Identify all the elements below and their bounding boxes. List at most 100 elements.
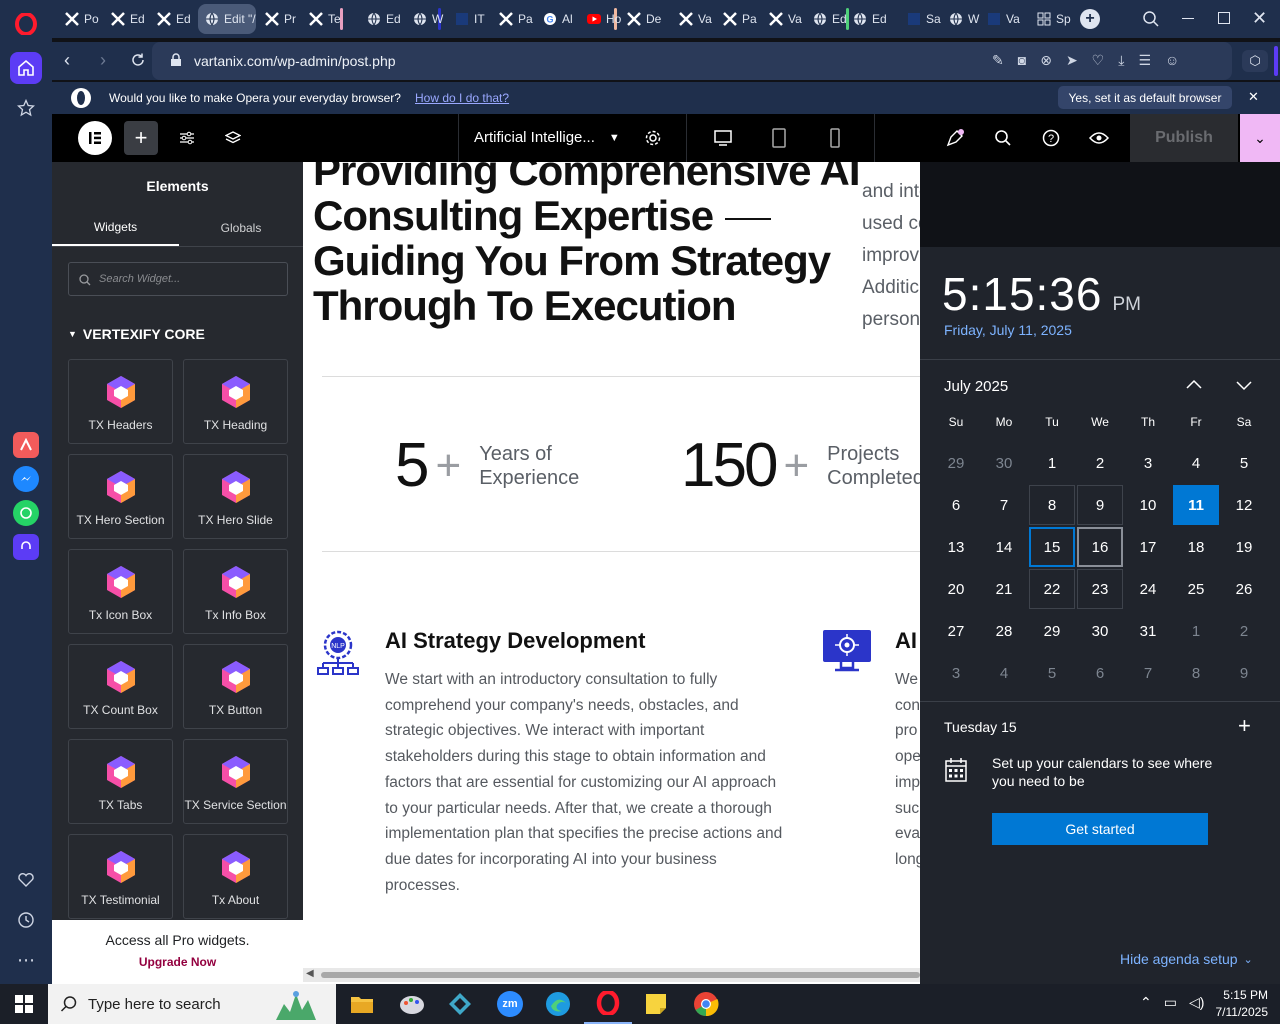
- widget-tile[interactable]: Tx Icon Box: [68, 549, 173, 634]
- widget-tile[interactable]: TX Testimonial: [68, 834, 173, 919]
- aria-icon[interactable]: [13, 432, 39, 458]
- restore-button[interactable]: [1218, 12, 1230, 24]
- calendar-day[interactable]: 12: [1221, 485, 1267, 525]
- widget-tile[interactable]: Tx About: [183, 834, 288, 919]
- browser-tab[interactable]: Va: [980, 4, 1024, 34]
- get-started-button[interactable]: Get started: [992, 813, 1208, 845]
- browser-tab[interactable]: Te: [302, 4, 346, 34]
- browser-tab[interactable]: Sa: [900, 4, 944, 34]
- intro-paragraph[interactable]: and internal teams in a number of ways w…: [862, 176, 920, 336]
- messenger-icon[interactable]: [13, 466, 39, 492]
- calendar-day[interactable]: 30: [981, 443, 1027, 483]
- browser-tab[interactable]: Ed: [846, 4, 890, 34]
- browser-tab[interactable]: Ed: [104, 4, 148, 34]
- infobar-close-icon[interactable]: ✕: [1248, 89, 1259, 105]
- browser-tab[interactable]: Pa: [492, 4, 536, 34]
- calendar-day[interactable]: 18: [1173, 527, 1219, 567]
- add-element-button[interactable]: +: [124, 121, 158, 155]
- calendar-day[interactable]: 2: [1221, 611, 1267, 651]
- service-title-2[interactable]: AI: [895, 628, 917, 654]
- mobile-view-icon[interactable]: [818, 121, 852, 155]
- star-icon[interactable]: [10, 92, 42, 124]
- calendar-day[interactable]: 27: [933, 611, 979, 651]
- browser-tab[interactable]: IT: [448, 4, 492, 34]
- canvas-scrollbar[interactable]: ◀: [303, 968, 920, 982]
- calendar-day[interactable]: 20: [933, 569, 979, 609]
- calendar-day[interactable]: 6: [933, 485, 979, 525]
- calendar-day[interactable]: 31: [1125, 611, 1171, 651]
- scroll-thumb[interactable]: [321, 972, 920, 978]
- calendar-day[interactable]: 28: [981, 611, 1027, 651]
- calendar-day[interactable]: 5: [1221, 443, 1267, 483]
- stat-years[interactable]: 5 + Years of Experience: [395, 430, 579, 501]
- calendar-day[interactable]: 2: [1077, 443, 1123, 483]
- download-icon[interactable]: ⤓: [1118, 52, 1124, 69]
- chrome-icon[interactable]: [682, 984, 730, 1024]
- calendar-day[interactable]: 29: [1029, 611, 1075, 651]
- opera-taskbar-icon[interactable]: [584, 984, 632, 1024]
- widget-tile[interactable]: TX Count Box: [68, 644, 173, 729]
- calendar-day[interactable]: 1: [1029, 443, 1075, 483]
- calendar-day[interactable]: 22: [1029, 569, 1075, 609]
- browser-tab[interactable]: Ed: [360, 4, 404, 34]
- calendar-day[interactable]: 24: [1125, 569, 1171, 609]
- browser-tab[interactable]: G Al: [536, 4, 580, 34]
- taskbar-search-box[interactable]: Type here to search: [48, 984, 336, 1024]
- calendar-day-today[interactable]: 11: [1173, 485, 1219, 525]
- add-event-icon[interactable]: +: [1238, 713, 1251, 739]
- calendar-day[interactable]: 7: [981, 485, 1027, 525]
- publish-button[interactable]: Publish: [1130, 114, 1238, 162]
- preview-eye-icon[interactable]: [1082, 121, 1116, 155]
- opera-logo-icon[interactable]: [12, 10, 40, 38]
- tab-globals[interactable]: Globals: [179, 210, 303, 246]
- close-window-button[interactable]: ✕: [1252, 8, 1267, 29]
- browser-tab[interactable]: Ed: [806, 4, 850, 34]
- calendar-day[interactable]: 4: [1173, 443, 1219, 483]
- hero-heading[interactable]: Providing Comprehensive AI Consulting Ex…: [313, 162, 861, 328]
- app-diamond-icon[interactable]: [436, 984, 484, 1024]
- elementor-logo-icon[interactable]: [78, 121, 112, 155]
- widget-tile[interactable]: TX Button: [183, 644, 288, 729]
- calendar-day[interactable]: 26: [1221, 569, 1267, 609]
- browser-tab[interactable]: De: [620, 4, 664, 34]
- browser-tab[interactable]: Sp: [1030, 4, 1074, 34]
- calendar-day[interactable]: 25: [1173, 569, 1219, 609]
- browser-tab[interactable]: Edit "/: [198, 4, 256, 34]
- widget-tile[interactable]: TX Heading: [183, 359, 288, 444]
- calendar-day[interactable]: 29: [933, 443, 979, 483]
- calendar-day[interactable]: 8: [1029, 485, 1075, 525]
- widget-tile[interactable]: Tx Info Box: [183, 549, 288, 634]
- zoom-icon[interactable]: zm: [486, 984, 534, 1024]
- structure-layers-icon[interactable]: [216, 121, 250, 155]
- music-player-icon[interactable]: [13, 534, 39, 560]
- history-icon[interactable]: [10, 904, 42, 936]
- category-header[interactable]: ▼ VERTEXIFY CORE: [68, 326, 205, 342]
- search-tabs-icon[interactable]: [1142, 10, 1160, 33]
- more-icon[interactable]: ⋯: [10, 944, 42, 976]
- paint-app-icon[interactable]: [388, 984, 436, 1024]
- browser-tab[interactable]: Ed: [150, 4, 194, 34]
- infobar-link[interactable]: How do I do that?: [415, 91, 509, 105]
- page-select[interactable]: Artificial Intellige... ▼: [474, 129, 620, 146]
- edge-icon[interactable]: [534, 984, 582, 1024]
- calendar-day[interactable]: 16: [1077, 527, 1123, 567]
- help-icon[interactable]: ?: [1034, 121, 1068, 155]
- heart-icon[interactable]: [10, 864, 42, 896]
- month-label[interactable]: July 2025: [944, 378, 1008, 395]
- sticky-notes-icon[interactable]: [632, 984, 680, 1024]
- calendar-day[interactable]: 19: [1221, 527, 1267, 567]
- calendar-day[interactable]: 9: [1077, 485, 1123, 525]
- calendar-day[interactable]: 1: [1173, 611, 1219, 651]
- url-field[interactable]: vartanix.com/wp-admin/post.php ✎ ◙ ⊗ ➤ ♡…: [152, 42, 1232, 80]
- calendar-day[interactable]: 14: [981, 527, 1027, 567]
- network-icon[interactable]: ▭: [1164, 994, 1177, 1011]
- calendar-day[interactable]: 6: [1077, 653, 1123, 693]
- send-icon[interactable]: ➤: [1066, 52, 1078, 69]
- service-title[interactable]: AI Strategy Development: [385, 628, 645, 654]
- bookmark-heart-icon[interactable]: ♡: [1092, 52, 1105, 69]
- browser-tab[interactable]: Ho: [580, 4, 624, 34]
- scroll-left-arrow[interactable]: ◀: [306, 968, 314, 979]
- calendar-day[interactable]: 7: [1125, 653, 1171, 693]
- browser-tab[interactable]: Pa: [716, 4, 760, 34]
- adblock-icon[interactable]: ⊗: [1040, 52, 1052, 69]
